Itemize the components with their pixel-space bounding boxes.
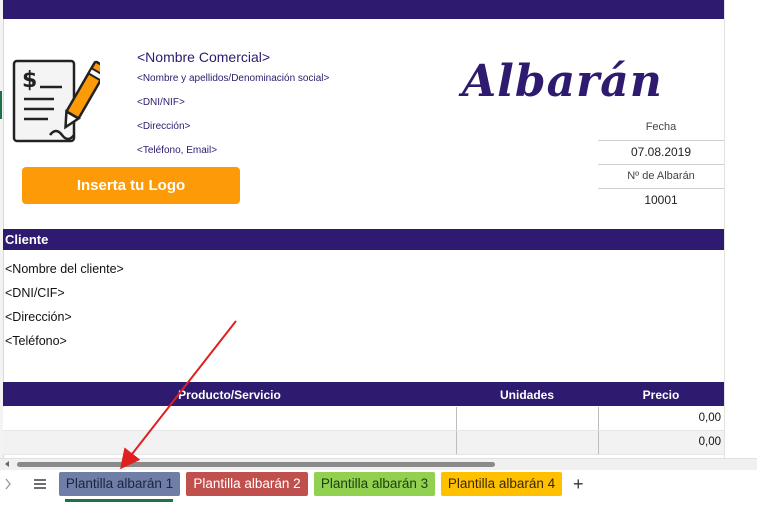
- column-divider: [456, 431, 457, 454]
- sheet-tab-2[interactable]: Plantilla albarán 2: [186, 472, 308, 496]
- company-address: <Dirección>: [137, 121, 191, 132]
- column-header-units: Unidades: [499, 388, 554, 402]
- column-header-price: Precio: [642, 388, 680, 402]
- menu-icon[interactable]: [33, 478, 47, 490]
- column-gridline: [724, 0, 725, 458]
- items-table-header: Producto/Servicio Unidades Precio: [3, 382, 724, 406]
- table-row[interactable]: 0,00: [3, 407, 724, 431]
- company-legal-name: <Nombre y apellidos/Denominación social>: [137, 73, 330, 84]
- client-name[interactable]: <Nombre del cliente>: [5, 262, 124, 276]
- column-divider: [598, 431, 599, 454]
- plus-icon[interactable]: +: [573, 473, 584, 495]
- selection-marker: [0, 91, 2, 119]
- spreadsheet-area[interactable]: $ <Nombre Comercial> <Nombre y apellidos…: [0, 0, 757, 458]
- svg-text:$: $: [22, 68, 37, 93]
- sheet-tab-3[interactable]: Plantilla albarán 3: [314, 472, 435, 496]
- delivery-number-value[interactable]: 10001: [598, 188, 724, 212]
- chevron-right-icon[interactable]: [4, 478, 12, 490]
- document-title: Albarán: [462, 56, 663, 107]
- client-section-header: Cliente: [3, 229, 724, 250]
- date-value[interactable]: 07.08.2019: [598, 140, 724, 164]
- scrollbar-thumb[interactable]: [17, 462, 495, 467]
- table-row[interactable]: 0,00: [3, 431, 724, 455]
- date-label: Fecha: [645, 121, 677, 133]
- row-price[interactable]: 0,00: [699, 407, 721, 430]
- company-tax-id: <DNI/NIF>: [137, 97, 185, 108]
- client-address[interactable]: <Dirección>: [5, 310, 72, 324]
- company-contact: <Teléfono, Email>: [137, 145, 218, 156]
- header-color-bar: [3, 0, 724, 19]
- column-header-product: Producto/Servicio: [178, 388, 281, 402]
- column-divider: [456, 407, 457, 430]
- sheet-tab-1[interactable]: Plantilla albarán 1: [59, 472, 180, 496]
- invoice-pen-icon: $: [12, 59, 100, 143]
- scroll-left-arrow-icon[interactable]: [5, 461, 9, 467]
- horizontal-scrollbar[interactable]: [0, 458, 757, 470]
- sheet-tab-4[interactable]: Plantilla albarán 4: [441, 472, 562, 496]
- client-phone[interactable]: <Teléfono>: [5, 334, 67, 348]
- active-tab-indicator: [65, 499, 173, 502]
- column-divider: [598, 407, 599, 430]
- client-tax-id[interactable]: <DNI/CIF>: [5, 286, 65, 300]
- company-name: <Nombre Comercial>: [137, 49, 271, 65]
- row-price[interactable]: 0,00: [699, 431, 721, 454]
- sheet-tab-bar: Plantilla albarán 1 Plantilla albarán 2 …: [0, 470, 757, 507]
- delivery-number-label: Nº de Albarán: [598, 164, 724, 188]
- insert-logo-button[interactable]: Inserta tu Logo: [22, 167, 240, 204]
